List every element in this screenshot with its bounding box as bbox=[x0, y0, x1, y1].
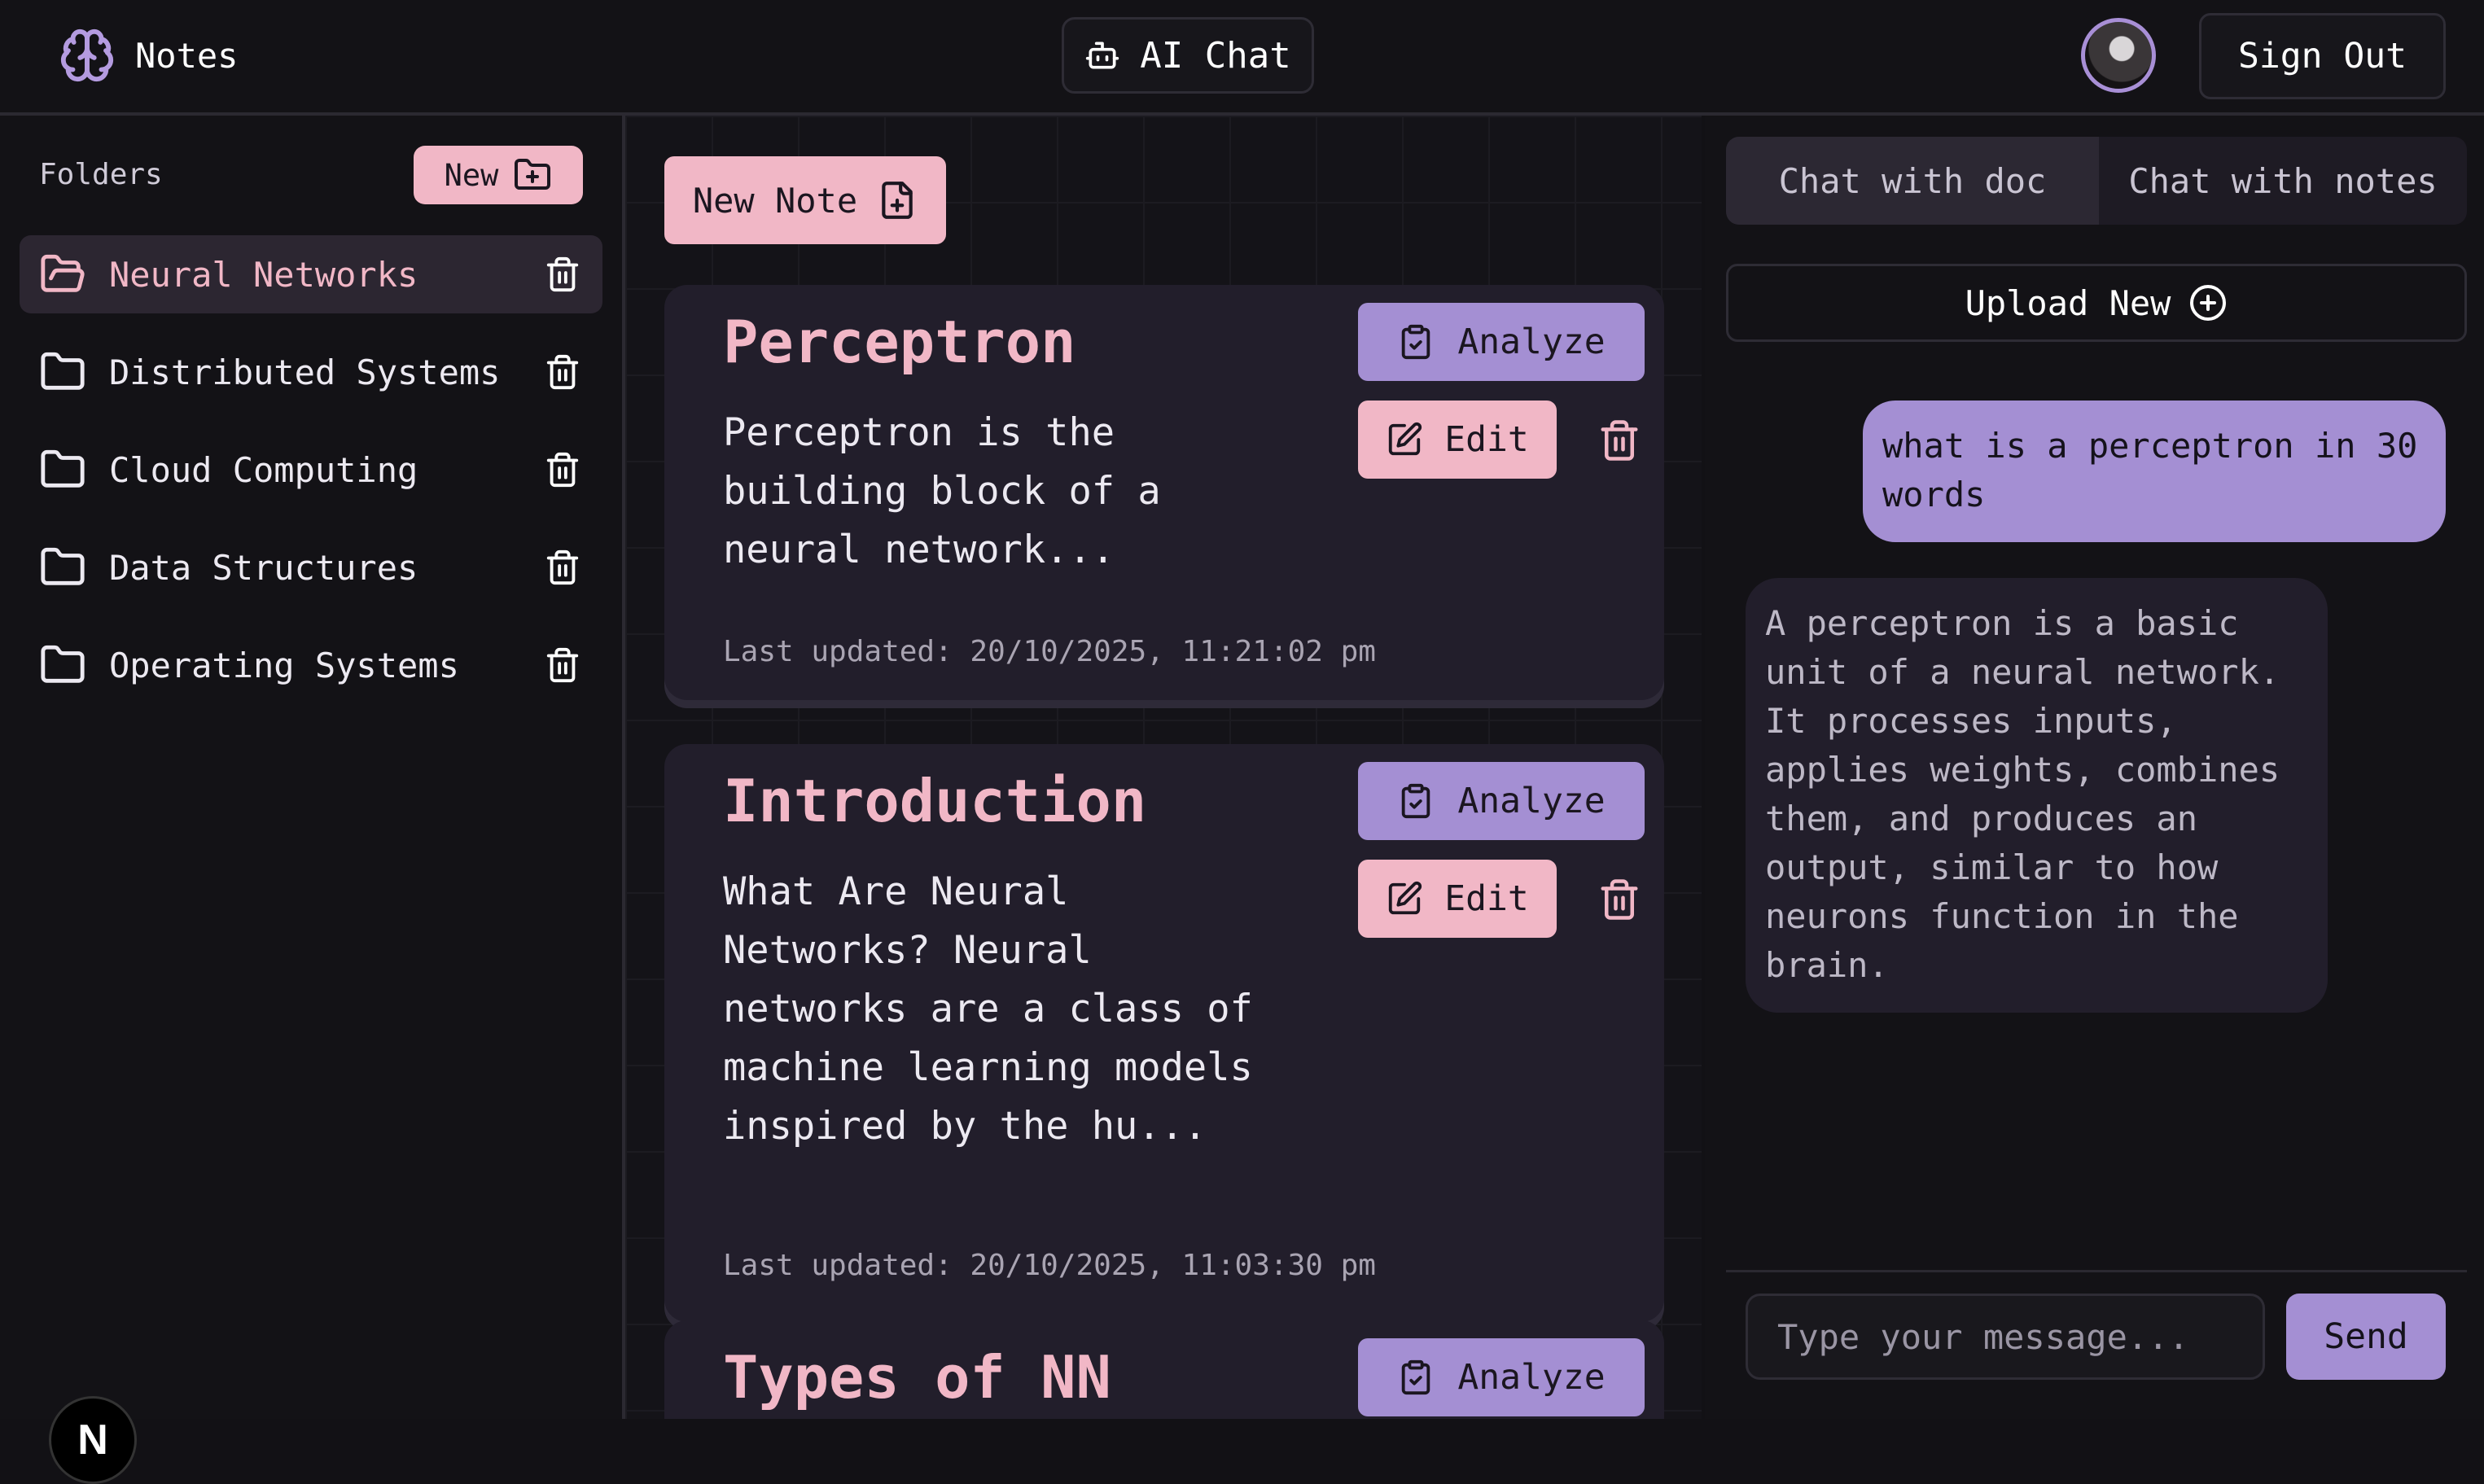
clipboard-check-icon bbox=[1397, 323, 1435, 361]
bot-icon bbox=[1084, 37, 1120, 73]
folder-item-cloud-computing[interactable]: Cloud Computing bbox=[20, 431, 602, 509]
new-note-button[interactable]: New Note bbox=[664, 156, 946, 244]
note-title: Perceptron bbox=[723, 308, 1076, 376]
folder-name: Operating Systems bbox=[109, 645, 459, 685]
note-card[interactable]: Introduction What Are Neural Networks? N… bbox=[664, 744, 1664, 1322]
folder-name: Distributed Systems bbox=[109, 352, 501, 392]
analyze-button[interactable]: Analyze bbox=[1358, 1338, 1645, 1416]
tab-chat-with-notes[interactable]: Chat with notes bbox=[2099, 137, 2467, 225]
assistant-message: A perceptron is a basic unit of a neural… bbox=[1746, 578, 2328, 1013]
note-updated: Last updated: 20/10/2025, 11:03:30 pm bbox=[723, 1249, 1376, 1282]
new-note-label: New Note bbox=[692, 180, 858, 221]
note-card[interactable]: Types of NN Analyze bbox=[664, 1320, 1664, 1419]
analyze-label: Analyze bbox=[1457, 1357, 1606, 1398]
folder-name: Data Structures bbox=[109, 547, 418, 588]
folder-name: Cloud Computing bbox=[109, 449, 418, 490]
trash-icon[interactable] bbox=[544, 353, 581, 391]
edit-button[interactable]: Edit bbox=[1358, 860, 1557, 938]
app-title: Notes bbox=[135, 35, 239, 76]
ai-chat-label: AI Chat bbox=[1140, 34, 1291, 77]
note-preview: Perceptron is the building block of a ne… bbox=[723, 410, 1161, 572]
framework-badge[interactable]: N bbox=[49, 1396, 137, 1484]
note-title: Introduction bbox=[723, 767, 1147, 835]
folder-name: Neural Networks bbox=[109, 254, 418, 295]
edit-button[interactable]: Edit bbox=[1358, 401, 1557, 479]
folder-item-data-structures[interactable]: Data Structures bbox=[20, 528, 602, 606]
edit-icon bbox=[1386, 880, 1423, 917]
tab-chat-with-doc[interactable]: Chat with doc bbox=[1726, 137, 2099, 225]
plus-circle-icon bbox=[2188, 283, 2228, 322]
trash-icon[interactable] bbox=[544, 646, 581, 684]
analyze-button[interactable]: Analyze bbox=[1358, 303, 1645, 381]
trash-icon[interactable] bbox=[544, 549, 581, 586]
trash-icon[interactable] bbox=[1597, 878, 1641, 921]
upload-new-button[interactable]: Upload New bbox=[1726, 264, 2467, 342]
avatar[interactable] bbox=[2081, 18, 2156, 93]
upload-label: Upload New bbox=[1965, 282, 2171, 323]
trash-icon[interactable] bbox=[1597, 418, 1641, 462]
top-nav-bar: Notes AI Chat Sign Out bbox=[0, 0, 2484, 116]
analyze-label: Analyze bbox=[1457, 322, 1606, 362]
chat-divider bbox=[1726, 1270, 2467, 1272]
file-plus-icon bbox=[877, 180, 918, 221]
folder-list: Neural Networks Distributed Systems Clou… bbox=[20, 235, 602, 724]
folder-plus-icon bbox=[513, 155, 552, 195]
send-button[interactable]: Send bbox=[2286, 1294, 2446, 1380]
note-updated: Last updated: 20/10/2025, 11:21:02 pm bbox=[723, 635, 1376, 668]
clipboard-check-icon bbox=[1397, 1359, 1435, 1396]
folders-sidebar: Folders New Neural Networks Distributed … bbox=[0, 116, 625, 1484]
folder-icon bbox=[39, 641, 86, 689]
analyze-label: Analyze bbox=[1457, 781, 1606, 821]
note-card[interactable]: Perceptron Perceptron is the building bl… bbox=[664, 285, 1664, 700]
chat-tabs: Chat with doc Chat with notes bbox=[1726, 137, 2467, 225]
folder-open-icon bbox=[39, 251, 86, 298]
folder-item-operating-systems[interactable]: Operating Systems bbox=[20, 626, 602, 704]
edit-label: Edit bbox=[1444, 419, 1529, 460]
new-folder-button[interactable]: New bbox=[414, 146, 583, 204]
brain-icon bbox=[59, 27, 116, 84]
sign-out-button[interactable]: Sign Out bbox=[2199, 13, 2446, 99]
folder-icon bbox=[39, 544, 86, 591]
chat-message-input[interactable] bbox=[1746, 1294, 2265, 1380]
trash-icon[interactable] bbox=[544, 256, 581, 293]
clipboard-check-icon bbox=[1397, 782, 1435, 820]
note-title: Types of NN bbox=[723, 1343, 1111, 1412]
analyze-button[interactable]: Analyze bbox=[1358, 762, 1645, 840]
folder-icon bbox=[39, 446, 86, 493]
edit-icon bbox=[1386, 421, 1423, 458]
folder-icon bbox=[39, 348, 86, 396]
user-message: what is a perceptron in 30 words bbox=[1863, 401, 2446, 542]
notes-panel: New Note Perceptron Perceptron is the bu… bbox=[625, 116, 1702, 1419]
trash-icon[interactable] bbox=[544, 451, 581, 488]
edit-label: Edit bbox=[1444, 878, 1529, 919]
brand[interactable]: Notes bbox=[59, 27, 238, 84]
folders-heading: Folders bbox=[39, 158, 163, 191]
ai-chat-button[interactable]: AI Chat bbox=[1062, 17, 1314, 94]
folder-item-distributed-systems[interactable]: Distributed Systems bbox=[20, 333, 602, 411]
folder-item-neural-networks[interactable]: Neural Networks bbox=[20, 235, 602, 313]
new-folder-label: New bbox=[444, 157, 499, 193]
note-preview: What Are Neural Networks? Neural network… bbox=[723, 869, 1253, 1149]
